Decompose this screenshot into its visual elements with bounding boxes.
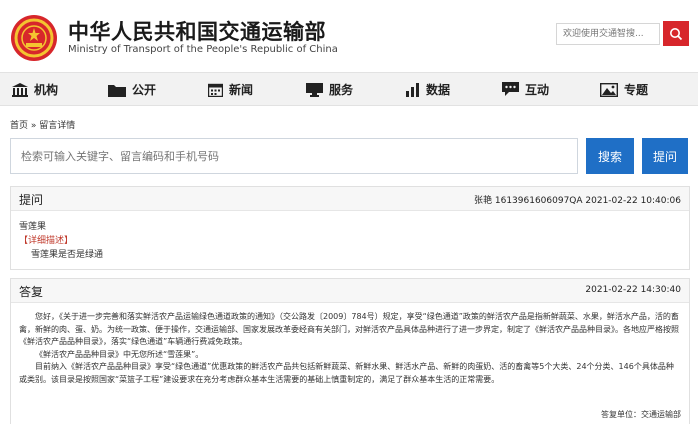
question-meta: 张艳 1613961606097QA 2021-02-22 10:40:06	[474, 196, 681, 206]
bar-chart-icon	[406, 82, 419, 97]
detail-label: 【详细描述】	[19, 236, 74, 246]
site-title: 中华人民共和国交通运输部	[68, 20, 326, 44]
nav-label: 公开	[132, 83, 157, 97]
nav-label: 服务	[329, 83, 354, 97]
breadcrumb: 首页 » 留言详情	[10, 121, 76, 131]
question-header: 提问 张艳 1613961606097QA 2021-02-22 10:40:0…	[11, 187, 689, 211]
image-icon	[600, 82, 618, 97]
site-header: 中华人民共和国交通运输部 Ministry of Transport of th…	[0, 0, 698, 72]
answer-paragraph: 目前纳入《鲜活农产品品种目录》享受“绿色通道”优惠政策的鲜活农产品共包括新鲜蔬菜…	[19, 362, 674, 384]
question-body: 雪莲果 【详细描述】 雪莲果是否是绿通	[11, 211, 689, 271]
nav-item-fuwu[interactable]: 服务	[306, 73, 353, 106]
chat-icon	[502, 82, 519, 96]
site-search-button[interactable]	[663, 21, 689, 46]
answer-panel: 答复 2021-02-22 14:30:40 您好，《关于进一步完善和落实鲜活农…	[10, 278, 690, 424]
nav-item-jigou[interactable]: 机构	[12, 73, 58, 106]
nav-label: 数据	[426, 83, 451, 97]
nav-item-gongkai[interactable]: 公开	[108, 73, 156, 106]
answer-heading: 答复	[19, 285, 44, 299]
nav-item-xinwen[interactable]: 新闻	[208, 73, 253, 106]
nav-item-hudong[interactable]: 互动	[502, 73, 549, 106]
site-subtitle: Ministry of Transport of the People's Re…	[68, 44, 338, 55]
main-nav: 机构 公开 新闻 服务 数据 互动 专题	[0, 72, 698, 106]
nav-label: 专题	[624, 83, 649, 97]
question-panel: 提问 张艳 1613961606097QA 2021-02-22 10:40:0…	[10, 186, 690, 270]
national-emblem-icon	[11, 15, 57, 61]
answer-body: 您好，《关于进一步完善和落实鲜活农产品运输绿色通道政策的通知》（交公路发〔200…	[11, 303, 689, 423]
search-icon	[670, 27, 683, 40]
answer-date: 2021-02-22 14:30:40	[585, 285, 681, 295]
search-button[interactable]: 搜索	[586, 138, 634, 174]
message-search-input[interactable]	[10, 138, 578, 174]
folder-icon	[108, 84, 126, 97]
answer-paragraph: 您好，《关于进一步完善和落实鲜活农产品运输绿色通道政策的通知》（交公路发〔200…	[19, 312, 679, 346]
question-subject: 雪莲果	[19, 222, 47, 232]
nav-label: 机构	[34, 83, 59, 97]
answer-header: 答复 2021-02-22 14:30:40	[11, 279, 689, 303]
site-search-input[interactable]	[556, 23, 660, 45]
nav-item-shuju[interactable]: 数据	[406, 73, 450, 106]
ask-question-button[interactable]: 提问	[642, 138, 688, 174]
monitor-icon	[306, 82, 323, 97]
question-detail: 雪莲果是否是绿通	[31, 250, 104, 260]
building-icon	[12, 82, 28, 97]
nav-item-zhuanti[interactable]: 专题	[600, 73, 648, 106]
question-heading: 提问	[19, 193, 44, 207]
answer-paragraph: 《鲜活农产品品种目录》中无您所述“雪莲果”。	[35, 349, 204, 359]
nav-label: 互动	[525, 83, 550, 97]
answer-unit: 答复单位：交通运输部	[601, 409, 681, 419]
nav-label: 新闻	[229, 83, 254, 97]
calendar-icon	[208, 83, 223, 97]
